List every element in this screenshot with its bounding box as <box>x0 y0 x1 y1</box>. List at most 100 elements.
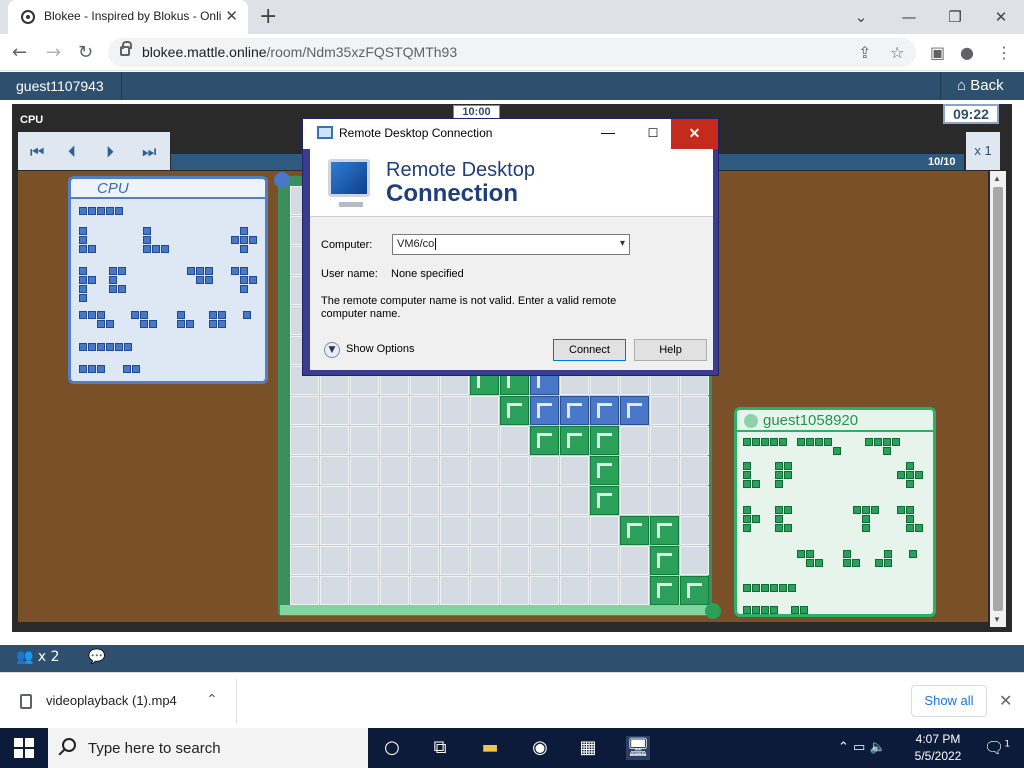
board-cell[interactable] <box>410 396 439 425</box>
board-cell[interactable] <box>440 456 469 485</box>
minimize-icon[interactable]: — <box>593 119 623 149</box>
next-move-icon[interactable]: ⏵ <box>106 142 114 162</box>
download-item[interactable]: videoplayback (1).mp4 <box>20 693 177 710</box>
file-explorer-icon[interactable]: ▬ <box>478 736 502 760</box>
board-cell[interactable] <box>290 456 319 485</box>
board-cell[interactable] <box>320 456 349 485</box>
guest-piece-tray[interactable] <box>741 436 929 614</box>
green-piece-cell[interactable] <box>500 396 529 425</box>
board-cell[interactable] <box>560 486 589 515</box>
board-cell[interactable] <box>650 456 679 485</box>
board-cell[interactable] <box>530 546 559 575</box>
cortana-icon[interactable]: ○ <box>380 736 404 760</box>
forward-arrow-icon[interactable]: → <box>46 42 61 63</box>
board-cell[interactable] <box>350 486 379 515</box>
board-cell[interactable] <box>290 486 319 515</box>
back-button[interactable]: ⌂ Back <box>940 72 1024 100</box>
board-cell[interactable] <box>500 516 529 545</box>
board-cell[interactable] <box>620 546 649 575</box>
speed-toggle[interactable]: x 1 <box>966 132 1000 170</box>
board-cell[interactable] <box>650 426 679 455</box>
board-cell[interactable] <box>650 396 679 425</box>
board-cell[interactable] <box>560 546 589 575</box>
board-cell[interactable] <box>560 516 589 545</box>
minimize-window-icon[interactable]: — <box>886 3 932 31</box>
close-icon[interactable]: ✕ <box>999 691 1012 710</box>
green-piece-cell[interactable] <box>590 426 619 455</box>
scrollbar-thumb[interactable] <box>993 187 1003 611</box>
board-cell[interactable] <box>380 426 409 455</box>
board-cell[interactable] <box>380 546 409 575</box>
green-piece-cell[interactable] <box>680 576 709 605</box>
board-cell[interactable] <box>680 426 709 455</box>
more-menu-icon[interactable]: ⋮ <box>996 43 1012 62</box>
board-cell[interactable] <box>290 546 319 575</box>
close-dialog-icon[interactable]: ✕ <box>671 119 718 149</box>
close-window-icon[interactable]: ✕ <box>978 3 1024 31</box>
show-options-link[interactable]: Show Options <box>346 343 414 355</box>
board-cell[interactable] <box>470 396 499 425</box>
dialog-title-bar[interactable]: Remote Desktop Connection — ☐ ✕ <box>303 119 718 149</box>
board-cell[interactable] <box>500 426 529 455</box>
board-cell[interactable] <box>680 396 709 425</box>
board-cell[interactable] <box>380 486 409 515</box>
green-piece-cell[interactable] <box>530 426 559 455</box>
volume-icon[interactable]: 🔈 <box>869 740 885 755</box>
board-cell[interactable] <box>320 546 349 575</box>
blue-piece-cell[interactable] <box>620 396 649 425</box>
board-cell[interactable] <box>560 576 589 605</box>
show-all-button[interactable]: Show all <box>911 685 987 717</box>
board-cell[interactable] <box>680 516 709 545</box>
board-cell[interactable] <box>350 546 379 575</box>
board-cell[interactable] <box>290 396 319 425</box>
board-cell[interactable] <box>470 576 499 605</box>
board-cell[interactable] <box>650 486 679 515</box>
board-cell[interactable] <box>380 396 409 425</box>
expand-options-icon[interactable]: ▼ <box>324 342 340 358</box>
board-cell[interactable] <box>680 456 709 485</box>
close-tab-icon[interactable]: ✕ <box>225 7 238 25</box>
board-cell[interactable] <box>680 486 709 515</box>
board-cell[interactable] <box>500 576 529 605</box>
board-cell[interactable] <box>470 546 499 575</box>
board-cell[interactable] <box>440 486 469 515</box>
board-cell[interactable] <box>590 516 619 545</box>
media-app-icon[interactable]: ▦ <box>576 736 600 760</box>
board-cell[interactable] <box>380 456 409 485</box>
board-cell[interactable] <box>500 456 529 485</box>
computer-field[interactable]: VM6/co ▾ <box>392 234 630 255</box>
previous-move-icon[interactable]: ⏴ <box>68 142 76 162</box>
board-cell[interactable] <box>620 576 649 605</box>
board-cell[interactable] <box>620 486 649 515</box>
board-cell[interactable] <box>320 426 349 455</box>
help-button[interactable]: Help <box>634 339 707 361</box>
board-cell[interactable] <box>410 546 439 575</box>
scrollbar[interactable]: ▲ ▼ <box>990 171 1006 627</box>
board-cell[interactable] <box>440 576 469 605</box>
board-cell[interactable] <box>500 486 529 515</box>
board-cell[interactable] <box>350 426 379 455</box>
board-cell[interactable] <box>620 456 649 485</box>
board-cell[interactable] <box>560 456 589 485</box>
board-cell[interactable] <box>380 516 409 545</box>
board-cell[interactable] <box>500 546 529 575</box>
board-cell[interactable] <box>590 546 619 575</box>
board-cell[interactable] <box>350 576 379 605</box>
board-cell[interactable] <box>350 456 379 485</box>
board-cell[interactable] <box>470 456 499 485</box>
board-cell[interactable] <box>410 516 439 545</box>
green-piece-cell[interactable] <box>650 516 679 545</box>
blue-piece-cell[interactable] <box>590 396 619 425</box>
browser-tab[interactable]: Blokee - Inspired by Blokus - Online ✕ <box>8 0 248 34</box>
board-cell[interactable] <box>440 396 469 425</box>
bookmark-star-icon[interactable]: ☆ <box>890 43 904 62</box>
chevron-down-icon[interactable]: ⌄ <box>838 3 884 31</box>
back-arrow-icon[interactable]: ← <box>12 42 27 63</box>
first-move-icon[interactable]: ⏮ <box>30 142 44 162</box>
board-cell[interactable] <box>620 426 649 455</box>
board-cell[interactable] <box>320 516 349 545</box>
green-piece-cell[interactable] <box>590 486 619 515</box>
network-icon[interactable]: ▭ <box>853 740 865 755</box>
board-cell[interactable] <box>320 486 349 515</box>
board-cell[interactable] <box>350 516 379 545</box>
